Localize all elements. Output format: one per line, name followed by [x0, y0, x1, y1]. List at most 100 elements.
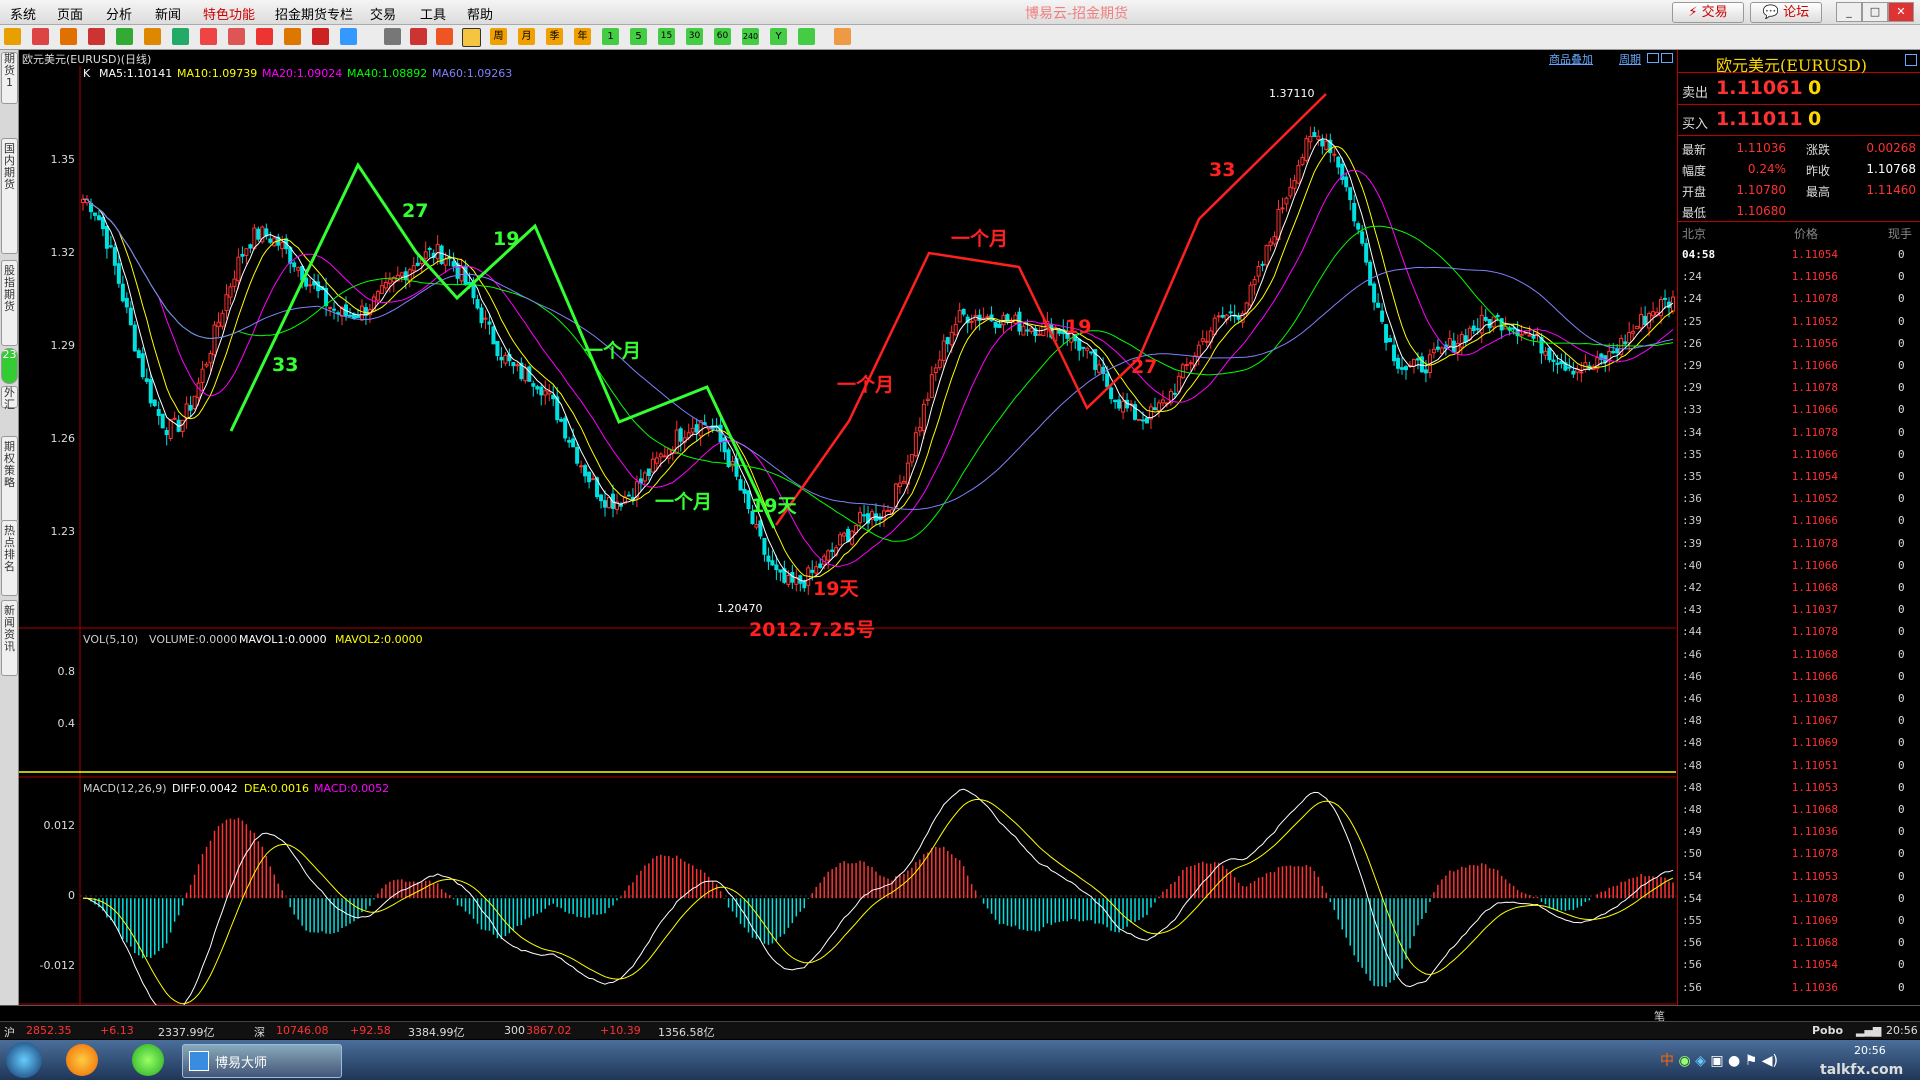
custom-period-button[interactable]: Y [770, 28, 787, 45]
tick-header-time: 北京 [1682, 227, 1707, 241]
menu-page[interactable]: 页面 [57, 4, 83, 23]
qq-icon[interactable] [66, 1044, 98, 1076]
min30-button[interactable]: 30 [686, 28, 703, 45]
search-icon[interactable] [200, 28, 217, 45]
maximize-button[interactable]: □ [1862, 2, 1888, 22]
tick-qty: 0 [1898, 336, 1905, 350]
tick-row: :46 1.11066 0 [1678, 666, 1920, 688]
candle-body [1611, 350, 1616, 354]
chart-header: 欧元美元(EURUSD)(日线) 商品叠加 周期 [19, 50, 1676, 67]
chart-area[interactable]: K MA5:1.10141 MA10:1.09739 MA20:1.09024 … [19, 66, 1676, 1024]
candle-body [196, 382, 201, 399]
layout-icon[interactable] [1647, 53, 1659, 63]
candle-body [1360, 231, 1365, 244]
price-tick: 1.23 [51, 525, 76, 538]
menu-featured[interactable]: 特色功能 [203, 4, 255, 23]
news-icon[interactable] [172, 28, 189, 45]
week-period-button[interactable]: 周 [490, 28, 507, 45]
forum-button-label: 论坛 [1783, 5, 1810, 20]
quarter-period-button[interactable]: 季 [546, 28, 563, 45]
tool-icon[interactable] [312, 28, 329, 45]
menu-zhaojin-column[interactable]: 招金期货专栏 [275, 4, 353, 23]
forum-button[interactable]: 💬 论坛 [1750, 2, 1822, 23]
ime-icon[interactable]: 中 [1660, 1053, 1674, 1069]
ie-icon[interactable] [132, 1044, 164, 1076]
min1-button[interactable]: 1 [602, 28, 619, 45]
tick-row: :56 1.11068 0 [1678, 932, 1920, 954]
list-icon[interactable] [88, 28, 105, 45]
min5-button[interactable]: 5 [630, 28, 647, 45]
trade-button[interactable]: ⚡ 交易 [1672, 2, 1744, 23]
tick-qty: 0 [1898, 958, 1905, 972]
legend-k: K [83, 67, 91, 80]
tray-icon[interactable]: ◉ [1678, 1053, 1690, 1069]
badge-23[interactable]: 23 [1, 348, 18, 384]
tab-option-strategy[interactable]: 期权策略 [1, 436, 18, 522]
candle-body [547, 391, 552, 395]
tab-index-futures[interactable]: 股指期货 [1, 260, 18, 346]
tab-hot-ranking[interactable]: 热点排名 [1, 520, 18, 596]
candle-body [1097, 364, 1102, 373]
refresh-icon[interactable] [116, 28, 133, 45]
candle-body [120, 283, 125, 302]
candle-body [607, 497, 612, 509]
panel-toggle-icon[interactable] [1905, 54, 1917, 66]
home-icon[interactable] [32, 28, 49, 45]
menu-news[interactable]: 新闻 [155, 4, 181, 23]
menu-system[interactable]: 系统 [10, 4, 36, 23]
candle-body [766, 555, 771, 562]
layout2-icon[interactable] [1661, 53, 1673, 63]
day-period-icon[interactable] [462, 28, 481, 47]
min240-button[interactable]: 240 [742, 28, 759, 45]
tab-futures1[interactable]: 期货1 [1, 52, 18, 104]
menu-analysis[interactable]: 分析 [106, 4, 132, 23]
period-link[interactable]: 周期 [1619, 51, 1641, 67]
bar-chart-icon[interactable] [436, 28, 453, 45]
folder-icon[interactable] [60, 28, 77, 45]
red-label-27: 27 [1131, 356, 1157, 378]
index-name: 300 [504, 1024, 525, 1037]
network-icon[interactable]: ▣ [1710, 1053, 1723, 1069]
calculator-icon[interactable] [834, 28, 851, 45]
menu-trade[interactable]: 交易 [370, 4, 396, 23]
overlay-link[interactable]: 商品叠加 [1549, 51, 1593, 67]
minimize-button[interactable]: _ [1836, 2, 1862, 22]
shield-icon[interactable]: ◈ [1695, 1053, 1706, 1069]
indicator-icon[interactable] [284, 28, 301, 45]
y-period-button[interactable] [798, 28, 815, 45]
month-period-button[interactable]: 月 [518, 28, 535, 45]
tab-forex[interactable]: 外汇 [1, 386, 18, 411]
tick-time: :33 [1682, 403, 1702, 417]
year-period-button[interactable]: 年 [574, 28, 591, 45]
candle-body [567, 439, 572, 443]
draw-icon[interactable] [256, 28, 273, 45]
back-icon[interactable] [4, 28, 21, 45]
tick-qty: 0 [1898, 914, 1905, 927]
menu-tools[interactable]: 工具 [420, 4, 446, 23]
penguin-icon[interactable]: ● [1728, 1053, 1740, 1069]
taskbar-app-button[interactable]: 博易大师 [182, 1044, 342, 1078]
flag-icon[interactable]: ⚑ [1745, 1053, 1758, 1069]
volume-icon[interactable]: ◀) [1762, 1053, 1778, 1069]
close-button[interactable]: ✕ [1888, 2, 1914, 22]
line-chart-icon[interactable] [410, 28, 427, 45]
start-button[interactable] [6, 1042, 42, 1078]
candle-body [1404, 366, 1409, 371]
tab-domestic-futures[interactable]: 国内期货 [1, 138, 18, 254]
candle-body [790, 571, 795, 583]
candle-body [1220, 314, 1225, 318]
tab-news-info[interactable]: 新闻资讯 [1, 600, 18, 676]
candle-body [140, 353, 145, 378]
grid-icon[interactable] [384, 28, 401, 45]
tick-price: 1.11038 [1791, 692, 1838, 705]
new-icon[interactable] [340, 28, 357, 45]
candle-body [1025, 329, 1030, 332]
candle-body [1571, 370, 1576, 375]
tick-list[interactable]: 04:58 1.11054 0:24 1.11056 0:24 1.11078 0:25 1.… [1678, 244, 1920, 1004]
zoom-icon[interactable] [228, 28, 245, 45]
tick-qty: 0 [1898, 492, 1905, 506]
min60-button[interactable]: 60 [714, 28, 731, 45]
min15-button[interactable]: 15 [658, 28, 675, 45]
menu-help[interactable]: 帮助 [467, 4, 493, 23]
quote-icon[interactable] [144, 28, 161, 45]
